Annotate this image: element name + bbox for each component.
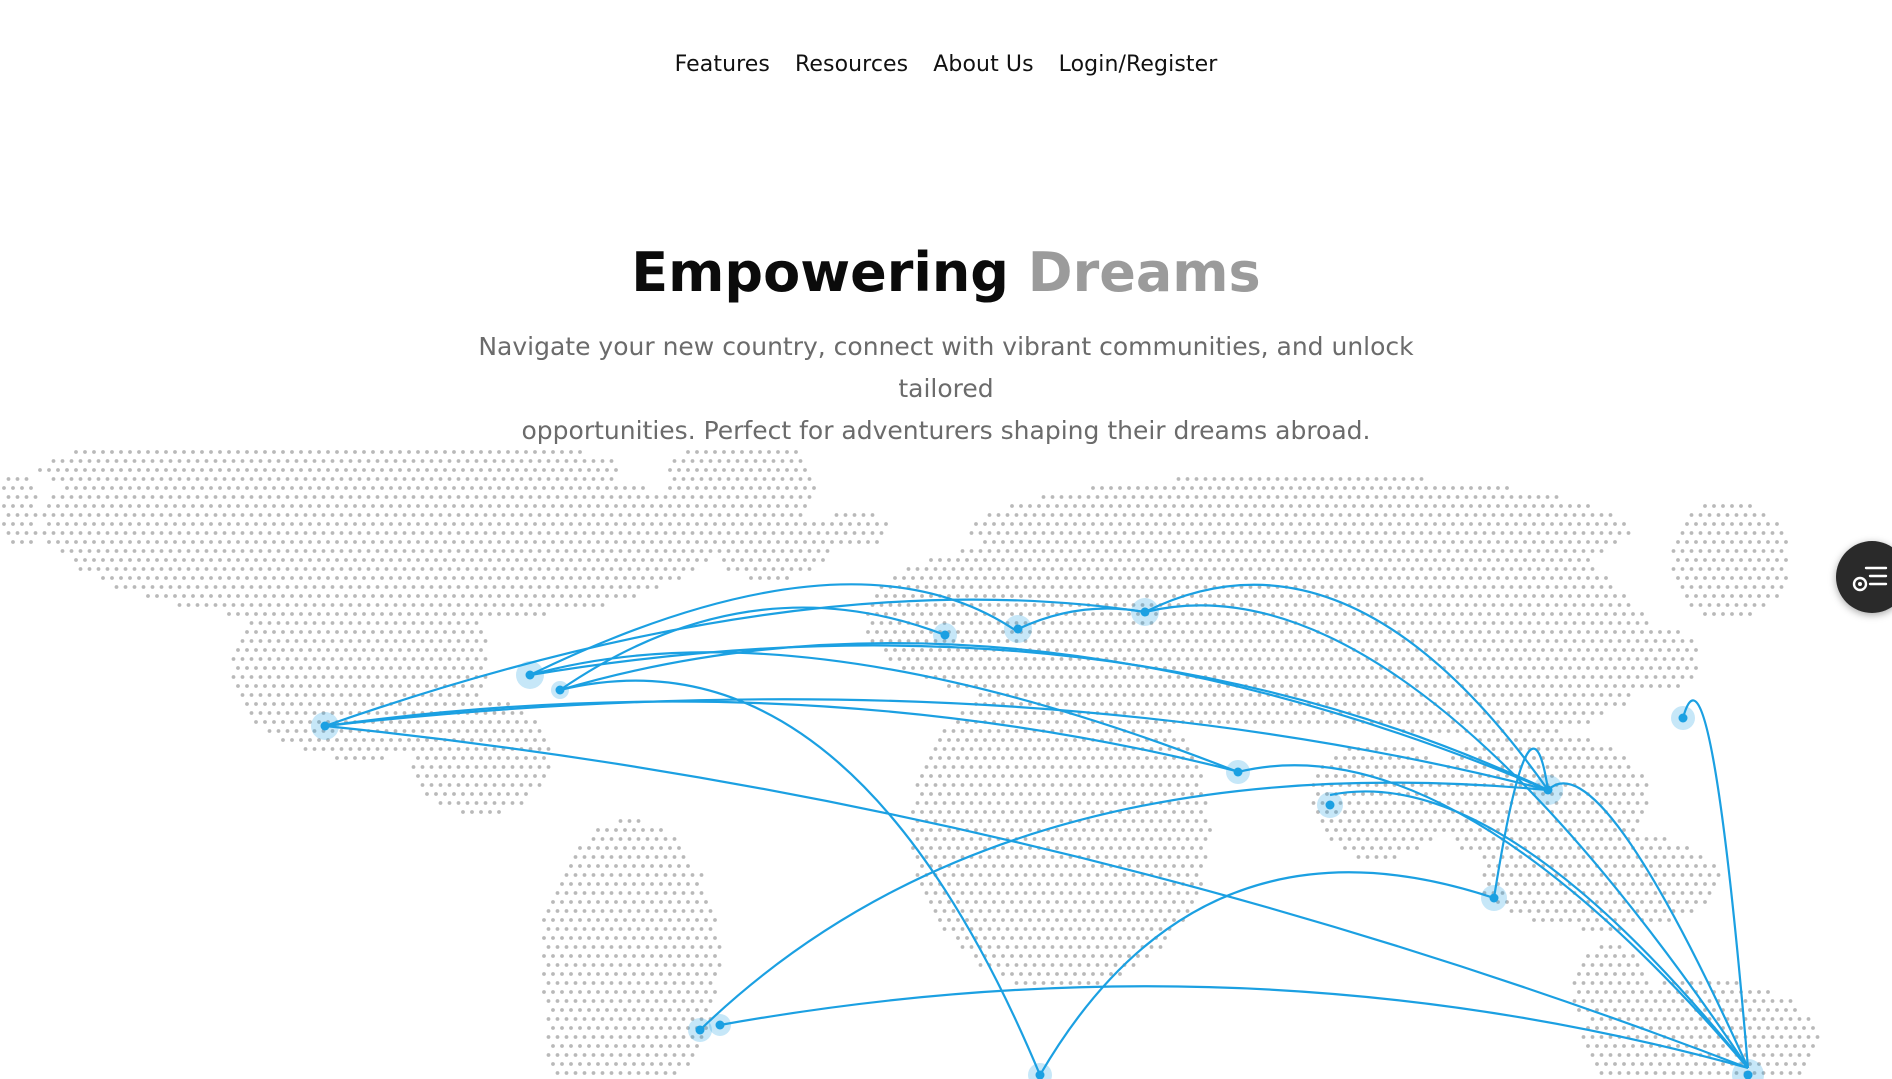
page: Features Resources About Us Login/Regist…	[0, 0, 1892, 1079]
hero-title-primary: Empowering	[631, 241, 1009, 304]
location-marker	[551, 681, 569, 699]
world-map	[2, 450, 1820, 1079]
location-marker	[516, 661, 544, 689]
location-marker	[709, 1014, 731, 1036]
nav-features-link[interactable]: Features	[675, 52, 770, 77]
location-marker	[1481, 885, 1507, 911]
location-marker	[933, 623, 957, 647]
location-marker	[688, 1018, 712, 1042]
world-map-dots	[2, 450, 1820, 1075]
location-marker	[1226, 760, 1250, 784]
hero-subtitle-line-2: opportunities. Perfect for adventurers s…	[521, 416, 1371, 445]
route-line	[1144, 604, 1749, 1069]
location-marker	[1028, 1063, 1052, 1079]
nav-resources-link[interactable]: Resources	[795, 52, 908, 77]
route-line	[1329, 790, 1749, 1069]
location-marker	[1004, 615, 1032, 643]
route-line	[1017, 607, 1146, 630]
route-line	[1039, 871, 1495, 1076]
location-marker	[1317, 792, 1343, 818]
location-marker	[311, 712, 339, 740]
nav-login-register-link[interactable]: Login/Register	[1059, 52, 1218, 77]
nav-about-us-link[interactable]: About Us	[933, 52, 1033, 77]
hero-title: Empowering Dreams	[0, 238, 1892, 308]
hero-title-accent: Dreams	[1027, 241, 1261, 304]
route-line	[1237, 764, 1749, 1069]
hero-subtitle: Navigate your new country, connect with …	[446, 326, 1446, 452]
top-nav: Features Resources About Us Login/Regist…	[0, 52, 1892, 77]
location-marker	[1131, 598, 1159, 626]
location-marker	[1671, 706, 1695, 730]
location-marker	[1533, 775, 1563, 805]
menu-settings-icon	[1852, 566, 1888, 592]
location-marker	[1732, 1059, 1764, 1079]
hero-subtitle-line-1: Navigate your new country, connect with …	[478, 332, 1414, 403]
